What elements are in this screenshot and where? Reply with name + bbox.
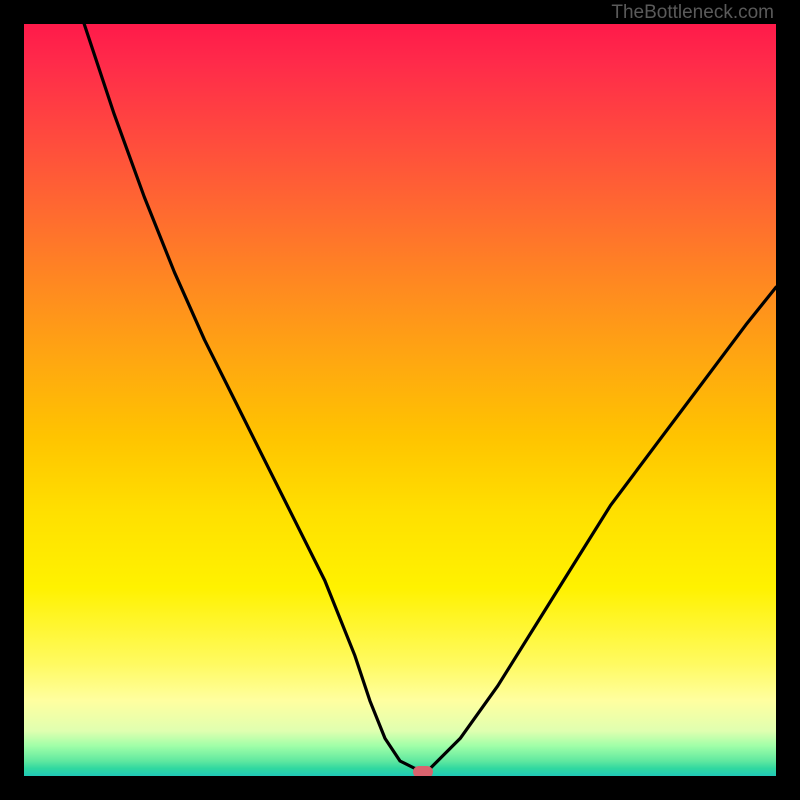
- curve-svg: [24, 24, 776, 776]
- optimal-marker: [413, 766, 433, 776]
- plot-area: [24, 24, 776, 776]
- watermark-text: TheBottleneck.com: [611, 2, 774, 24]
- bottleneck-curve: [84, 24, 776, 769]
- chart-frame: TheBottleneck.com: [0, 0, 800, 800]
